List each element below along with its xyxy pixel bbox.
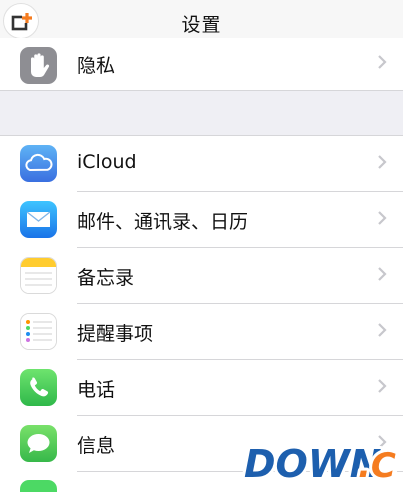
settings-row-phone[interactable]: 电话	[0, 360, 403, 416]
settings-row-privacy[interactable]: 隐私	[0, 38, 403, 90]
chevron-right-icon	[378, 55, 387, 69]
chevron-right-icon	[378, 155, 387, 169]
settings-row-notes[interactable]: 备忘录	[0, 248, 403, 304]
settings-row-label: 备忘录	[77, 267, 135, 289]
icloud-icon	[20, 145, 57, 182]
mail-icon	[20, 201, 57, 238]
chevron-right-icon	[378, 379, 387, 393]
chevron-right-icon	[378, 267, 387, 281]
app-icon	[20, 480, 57, 492]
phone-icon	[20, 369, 57, 406]
reminders-icon	[20, 313, 57, 350]
settings-row-reminders[interactable]: 提醒事项	[0, 304, 403, 360]
settings-row-icloud[interactable]: iCloud	[0, 136, 403, 192]
settings-row-label: 隐私	[77, 55, 116, 77]
svg-text:.CC: .CC	[358, 446, 397, 483]
settings-row-label: iCloud	[77, 151, 137, 173]
chevron-right-icon	[378, 323, 387, 337]
settings-row-label: 邮件、通讯录、日历	[77, 211, 249, 233]
watermark-logo: DOWN DOWN .CC .CC	[241, 439, 403, 489]
notes-icon	[20, 257, 57, 294]
page-title: 设置	[181, 14, 222, 36]
settings-row-label: 提醒事项	[77, 323, 154, 345]
privacy-hand-icon	[20, 47, 57, 84]
section-gap	[0, 90, 403, 136]
messages-icon	[20, 425, 57, 462]
settings-row-mail-contacts-calendars[interactable]: 邮件、通讯录、日历	[0, 192, 403, 248]
chevron-right-icon	[378, 211, 387, 225]
settings-row-label: 电话	[77, 379, 116, 401]
settings-row-label: 信息	[77, 435, 116, 457]
